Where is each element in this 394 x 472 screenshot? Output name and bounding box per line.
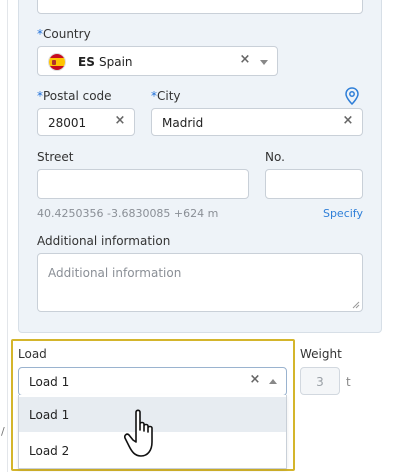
left-edge-panel [0, 0, 8, 472]
weight-value: 3 [316, 375, 324, 389]
weight-label: Weight [300, 347, 342, 361]
close-icon[interactable]: × [247, 372, 263, 387]
country-name: Spain [99, 55, 133, 69]
country-code: ES [78, 55, 95, 69]
street-input[interactable] [37, 169, 249, 199]
country-label-text: Country [43, 27, 91, 41]
city-label-text: City [157, 89, 181, 103]
street-label: Street [37, 150, 74, 164]
postal-code-label: *Postal code [37, 89, 112, 103]
number-label: No. [265, 150, 285, 164]
number-input[interactable] [265, 169, 363, 199]
left-edge-fragment: / [1, 425, 5, 438]
chevron-up-icon[interactable] [269, 379, 277, 384]
close-icon[interactable]: × [237, 52, 253, 67]
load-option-label: Load 1 [29, 408, 70, 422]
city-input[interactable]: Madrid × [151, 108, 363, 136]
close-icon[interactable]: × [340, 113, 356, 128]
weight-input[interactable]: 3 [300, 367, 340, 395]
additional-info-placeholder: Additional information [48, 266, 182, 280]
additional-info-label: Additional information [37, 234, 171, 248]
specify-link[interactable]: Specify [323, 207, 363, 220]
previous-field-input[interactable] [37, 0, 363, 14]
city-value: Madrid [162, 116, 204, 130]
hand-pointer-icon [124, 409, 153, 457]
load-selected-value: Load 1 [29, 375, 70, 389]
postal-code-input[interactable]: 28001 × [37, 108, 135, 136]
load-select[interactable]: Load 1 × [18, 367, 287, 396]
country-label: *Country [37, 27, 91, 41]
chevron-down-icon[interactable] [260, 60, 268, 65]
map-pin-icon[interactable] [344, 87, 360, 105]
coordinates-text: 40.4250356 -3.6830085 +624 m [37, 207, 219, 220]
postal-code-value: 28001 [48, 116, 87, 130]
close-icon[interactable]: × [112, 113, 128, 128]
load-option-label: Load 2 [29, 444, 70, 458]
additional-info-textarea[interactable]: Additional information [37, 253, 363, 312]
resize-grip-icon[interactable] [352, 301, 360, 309]
spain-flag-icon [48, 53, 66, 71]
load-label: Load [18, 347, 47, 361]
city-label: *City [151, 89, 181, 103]
postal-code-label-text: Postal code [43, 89, 112, 103]
country-select[interactable]: ES Spain × [37, 46, 278, 76]
weight-unit: t [346, 375, 351, 389]
